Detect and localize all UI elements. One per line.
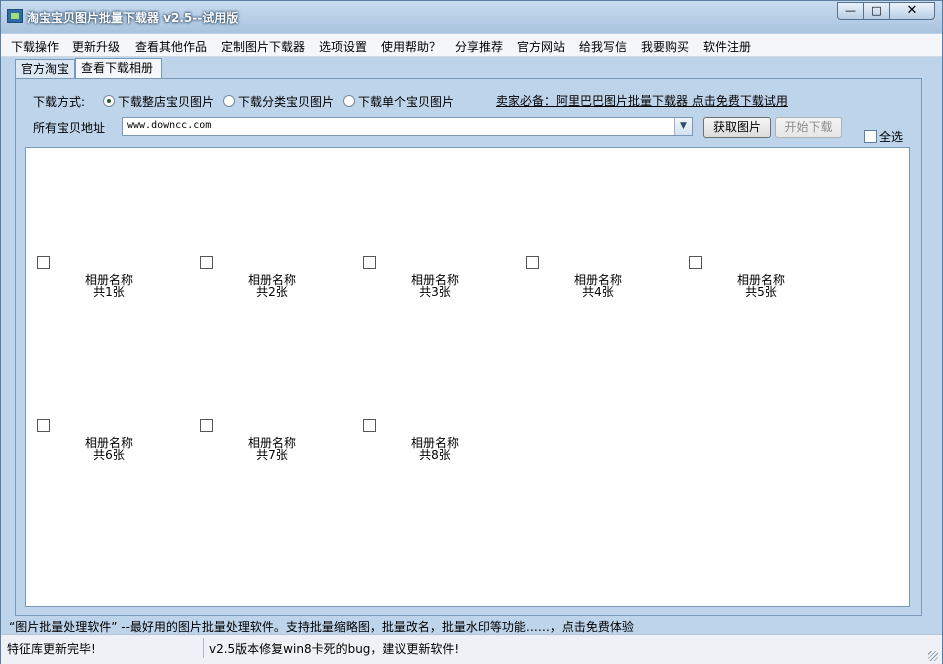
album-item[interactable]: 相册名称 共6张 (37, 419, 187, 462)
album-checkbox[interactable] (363, 256, 376, 269)
menu-register[interactable]: 软件注册 (703, 38, 751, 55)
chevron-down-icon[interactable]: ▼ (674, 118, 692, 135)
app-logo-icon (7, 9, 23, 23)
menu-custom-downloader[interactable]: 定制图片下载器 (221, 38, 305, 55)
minimize-button[interactable]: — (837, 2, 864, 20)
album-item[interactable]: 相册名称 共8张 (363, 419, 513, 462)
album-checkbox[interactable] (200, 256, 213, 269)
album-panel: 下载方式: 下载整店宝贝图片 下载分类宝贝图片 下载单个宝贝图片 卖家必备：阿里… (15, 78, 922, 616)
status-message: 特征库更新完毕! (7, 642, 96, 656)
album-count: 共2张 (256, 285, 288, 299)
album-checkbox[interactable] (200, 419, 213, 432)
update-notice: v2.5版本修复win8卡死的bug，建议更新软件! (209, 642, 460, 656)
album-count: 共6张 (93, 448, 125, 462)
menu-write-to-me[interactable]: 给我写信 (579, 38, 627, 55)
album-item[interactable]: 相册名称 共3张 (363, 256, 513, 299)
album-count: 共1张 (93, 285, 125, 299)
menu-update[interactable]: 更新升级 (72, 38, 120, 55)
menu-share[interactable]: 分享推荐 (455, 38, 503, 55)
maximize-button[interactable]: □ (863, 2, 890, 20)
start-download-button[interactable]: 开始下载 (775, 117, 842, 138)
album-item[interactable]: 相册名称 共5张 (689, 256, 839, 299)
mode-single-radio[interactable] (343, 95, 355, 107)
title-bar[interactable]: 淘宝宝贝图片批量下载器 v2.5--试用版 — □ ✕ (1, 1, 942, 33)
album-checkbox[interactable] (37, 419, 50, 432)
close-button[interactable]: ✕ (889, 2, 935, 20)
album-gallery: 相册名称 共1张 相册名称 共2张 相册名称 共3张 相册名称 共4张 相册名称 (25, 147, 910, 607)
album-item[interactable]: 相册名称 共2张 (200, 256, 350, 299)
album-count: 共4张 (582, 285, 614, 299)
album-item[interactable]: 相册名称 共7张 (200, 419, 350, 462)
album-checkbox[interactable] (363, 419, 376, 432)
album-count: 共5张 (745, 285, 777, 299)
mode-whole-shop-label[interactable]: 下载整店宝贝图片 (118, 93, 214, 110)
tab-official-taobao[interactable]: 官方淘宝 (15, 59, 75, 78)
status-divider (203, 638, 204, 658)
address-combobox[interactable]: www.downcc.com ▼ (122, 117, 693, 136)
album-item[interactable]: 相册名称 共1张 (37, 256, 187, 299)
mode-whole-shop-radio[interactable] (103, 95, 115, 107)
album-checkbox[interactable] (526, 256, 539, 269)
menu-options[interactable]: 选项设置 (319, 38, 367, 55)
window-title: 淘宝宝贝图片批量下载器 v2.5--试用版 (27, 11, 239, 25)
alibaba-promo-link[interactable]: 卖家必备：阿里巴巴图片批量下载器 点击免费下载试用 (496, 92, 788, 109)
mode-single-label[interactable]: 下载单个宝贝图片 (358, 93, 454, 110)
album-count: 共7张 (256, 448, 288, 462)
status-bar: 特征库更新完毕! v2.5版本修复win8卡死的bug，建议更新软件! (1, 634, 942, 664)
album-item[interactable]: 相册名称 共4张 (526, 256, 676, 299)
image-tool-promo-link[interactable]: “图片批量处理软件” --最好用的图片批量处理软件。支持批量缩略图，批量改名，批… (9, 618, 634, 635)
select-all-checkbox[interactable] (864, 130, 877, 143)
menu-buy[interactable]: 我要购买 (641, 38, 689, 55)
resize-grip-icon[interactable] (928, 651, 938, 661)
album-checkbox[interactable] (689, 256, 702, 269)
download-mode-label: 下载方式: (33, 95, 86, 109)
select-all-label[interactable]: 全选 (879, 128, 903, 145)
tab-view-albums[interactable]: 查看下载相册 (75, 58, 162, 78)
album-count: 共3张 (419, 285, 451, 299)
address-label: 所有宝贝地址 (33, 121, 106, 135)
album-checkbox[interactable] (37, 256, 50, 269)
menu-other-works[interactable]: 查看其他作品 (135, 38, 207, 55)
mode-category-label[interactable]: 下载分类宝贝图片 (238, 93, 334, 110)
menu-bar: 下载操作 更新升级 查看其他作品 定制图片下载器 选项设置 使用帮助？ 分享推荐… (1, 34, 942, 57)
app-window: 淘宝宝贝图片批量下载器 v2.5--试用版 — □ ✕ 下载操作 更新升级 查看… (0, 0, 943, 664)
album-count: 共8张 (419, 448, 451, 462)
menu-help[interactable]: 使用帮助？ (381, 38, 441, 55)
address-input[interactable]: www.downcc.com (127, 120, 211, 131)
menu-official-site[interactable]: 官方网站 (517, 38, 565, 55)
menu-download-ops[interactable]: 下载操作 (11, 38, 59, 55)
fetch-images-button[interactable]: 获取图片 (703, 117, 771, 138)
mode-category-radio[interactable] (223, 95, 235, 107)
